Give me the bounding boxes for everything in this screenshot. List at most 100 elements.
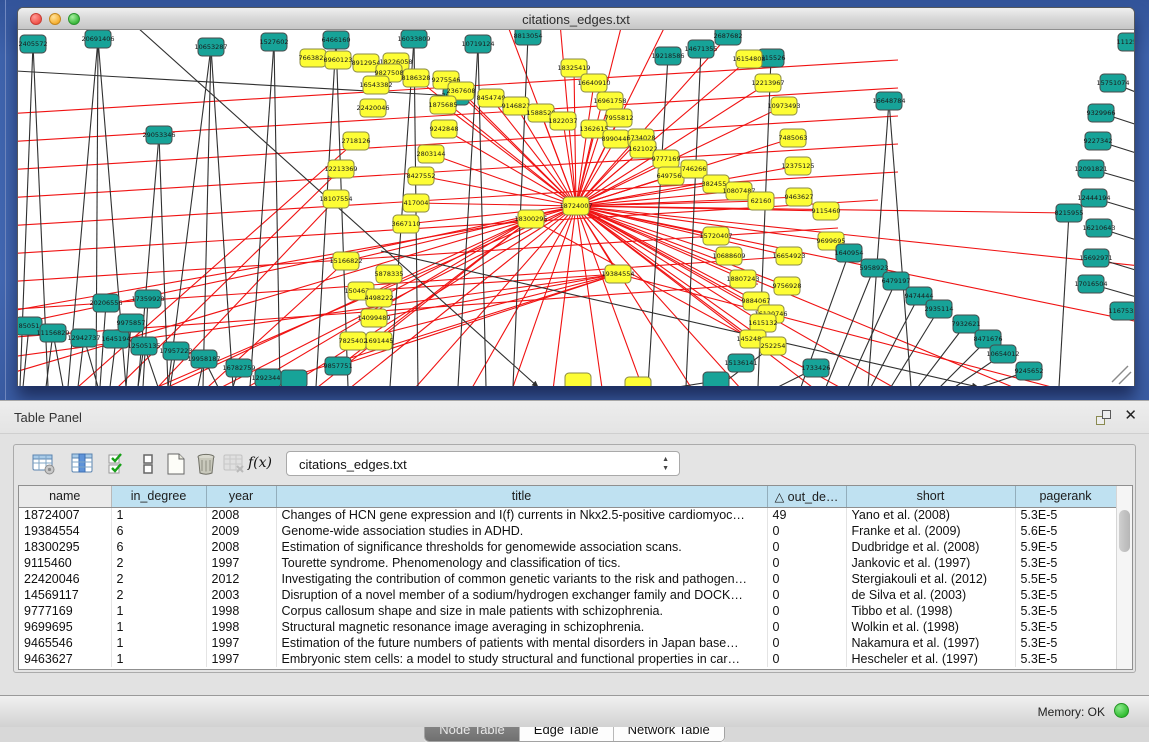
table-row[interactable]: 911546021997Tourette syndrome. Phenomeno… xyxy=(19,555,1116,571)
table-row[interactable]: 977716911998Corpus callosum shape and si… xyxy=(19,603,1116,619)
table-scrollbar[interactable] xyxy=(1116,486,1132,669)
graph-node[interactable]: 18807243 xyxy=(726,270,759,288)
column-header-in_degree[interactable]: in_degree xyxy=(111,486,206,507)
cell-short[interactable]: Jankovic et al. (1997) xyxy=(846,555,1015,571)
graph-node[interactable]: 16543382 xyxy=(359,76,392,94)
close-panel-icon[interactable]: ✕ xyxy=(1124,407,1137,425)
resize-grip[interactable] xyxy=(1112,366,1131,384)
graph-node[interactable]: 19218586 xyxy=(651,47,684,65)
table-settings-icon[interactable] xyxy=(32,452,56,476)
cell-pagerank[interactable]: 5.3E-5 xyxy=(1015,635,1116,651)
cell-year[interactable]: 1998 xyxy=(206,603,276,619)
graph-node[interactable]: 9857751 xyxy=(324,357,353,375)
graph-node[interactable]: 8427552 xyxy=(407,167,436,185)
graph-node[interactable]: 12375125 xyxy=(781,157,814,175)
graph-node[interactable]: 1640954 xyxy=(835,244,864,262)
graph-node[interactable]: 9329966 xyxy=(1087,104,1116,122)
table-row[interactable]: 969969511998Structural magnetic resonanc… xyxy=(19,619,1116,635)
graph-edge[interactable] xyxy=(250,42,274,386)
graph-node[interactable]: 16154808 xyxy=(732,50,765,68)
cell-name[interactable]: 9463627 xyxy=(19,651,111,667)
table-selector-dropdown[interactable]: citations_edges.txt ▲▼ xyxy=(286,451,680,476)
cell-title[interactable]: Genome-wide association studies in ADHD. xyxy=(276,523,767,539)
graph-node[interactable] xyxy=(565,373,591,386)
graph-node[interactable]: 12091821 xyxy=(1074,160,1107,178)
column-header-name[interactable]: name xyxy=(19,486,111,507)
graph-node[interactable]: 19958187 xyxy=(187,350,220,368)
cell-out_degree[interactable]: 0 xyxy=(767,651,846,667)
graph-node[interactable]: 9115460 xyxy=(812,202,841,220)
graph-node[interactable]: 2687682 xyxy=(714,30,743,45)
graph-edge[interactable] xyxy=(406,206,576,224)
cell-name[interactable]: 9777169 xyxy=(19,603,111,619)
graph-node[interactable]: 7932621 xyxy=(952,315,981,333)
cell-year[interactable]: 1997 xyxy=(206,651,276,667)
graph-edge[interactable] xyxy=(18,206,576,380)
cell-name[interactable]: 18724007 xyxy=(19,507,111,523)
cell-short[interactable]: Yano et al. (2008) xyxy=(846,507,1015,523)
cell-name[interactable]: 9465546 xyxy=(19,635,111,651)
graph-node[interactable]: 12213369 xyxy=(324,160,357,178)
cell-name[interactable]: 18300295 xyxy=(19,539,111,555)
node-table[interactable]: namein_degreeyeartitle△ out_de…shortpage… xyxy=(18,485,1133,670)
graph-node[interactable]: 15692971 xyxy=(1079,249,1112,267)
graph-node[interactable]: 12923448 xyxy=(251,369,284,386)
graph-node[interactable]: 252254 xyxy=(760,337,786,355)
cell-name[interactable]: 19384554 xyxy=(19,523,111,539)
graph-node[interactable]: 2405572 xyxy=(19,35,48,53)
cell-pagerank[interactable]: 5.3E-5 xyxy=(1015,619,1116,635)
function-builder-icon[interactable]: f(x) xyxy=(248,455,272,479)
table-row[interactable]: 2242004622012Investigating the contribut… xyxy=(19,571,1116,587)
cell-out_degree[interactable]: 0 xyxy=(767,555,846,571)
column-selection-icon[interactable] xyxy=(70,452,94,476)
cell-title[interactable]: Embryonic stem cells: a model to study s… xyxy=(276,651,767,667)
graph-node[interactable]: 16648784 xyxy=(872,92,905,110)
graph-node[interactable]: 14671355 xyxy=(684,40,717,58)
graph-edge[interactable] xyxy=(416,203,576,206)
graph-node[interactable]: 62160 xyxy=(748,192,774,210)
cell-pagerank[interactable]: 5.3E-5 xyxy=(1015,507,1116,523)
cell-year[interactable]: 2008 xyxy=(206,507,276,523)
graph-node[interactable]: 16033809 xyxy=(397,30,430,48)
graph-edge[interactable] xyxy=(274,42,280,386)
cell-name[interactable]: 14569117 xyxy=(19,587,111,603)
column-header-year[interactable]: year xyxy=(206,486,276,507)
graph-node[interactable]: 1733426 xyxy=(802,359,831,377)
graph-node[interactable]: 2803144 xyxy=(417,145,446,163)
cell-short[interactable]: Franke et al. (2009) xyxy=(846,523,1015,539)
graph-node[interactable]: 1112504 xyxy=(1117,33,1134,51)
graph-node[interactable]: 8960123 xyxy=(324,51,353,69)
graph-node[interactable] xyxy=(625,377,651,386)
table-row[interactable]: 1938455462009Genome-wide association stu… xyxy=(19,523,1116,539)
graph-node[interactable]: 5878335 xyxy=(375,265,404,283)
cell-in_degree[interactable]: 2 xyxy=(111,571,206,587)
cell-title[interactable]: Estimation of the future numbers of pati… xyxy=(276,635,767,651)
column-header-out_de[interactable]: △ out_de… xyxy=(767,486,846,507)
cell-year[interactable]: 2008 xyxy=(206,539,276,555)
cell-in_degree[interactable]: 2 xyxy=(111,555,206,571)
graph-node[interactable]: 6466160 xyxy=(322,31,351,49)
graph-node[interactable]: 8186328 xyxy=(402,69,431,87)
cell-year[interactable]: 2012 xyxy=(206,571,276,587)
graph-node[interactable]: 6479197 xyxy=(882,272,911,290)
graph-node[interactable]: 10719124 xyxy=(461,35,494,53)
graph-node[interactable]: 19384554 xyxy=(601,265,634,283)
table-row[interactable]: 1456911722003Disruption of a novel membe… xyxy=(19,587,1116,603)
graph-node[interactable]: 15136141 xyxy=(724,354,757,372)
cell-out_degree[interactable]: 49 xyxy=(767,507,846,523)
cell-name[interactable]: 9115460 xyxy=(19,555,111,571)
graph-node[interactable]: 15720407 xyxy=(699,227,732,245)
panel-divider[interactable] xyxy=(5,0,6,400)
graph-edge[interactable] xyxy=(421,176,576,206)
graph-node[interactable]: 9463627 xyxy=(785,188,814,206)
table-row[interactable]: 1872400712008Changes of HCN gene express… xyxy=(19,507,1116,523)
graph-edge[interactable] xyxy=(1059,213,1069,386)
cell-short[interactable]: Tibbo et al. (1998) xyxy=(846,603,1015,619)
graph-node[interactable]: 1615132 xyxy=(749,314,778,332)
cell-year[interactable]: 1998 xyxy=(206,619,276,635)
graph-edge[interactable] xyxy=(78,141,356,386)
cell-out_degree[interactable]: 0 xyxy=(767,635,846,651)
cell-short[interactable]: Nakamura et al. (1997) xyxy=(846,635,1015,651)
cell-name[interactable]: 9699695 xyxy=(19,619,111,635)
network-view-window[interactable]: citations_edges.txt 24055722069140629053… xyxy=(17,7,1135,386)
